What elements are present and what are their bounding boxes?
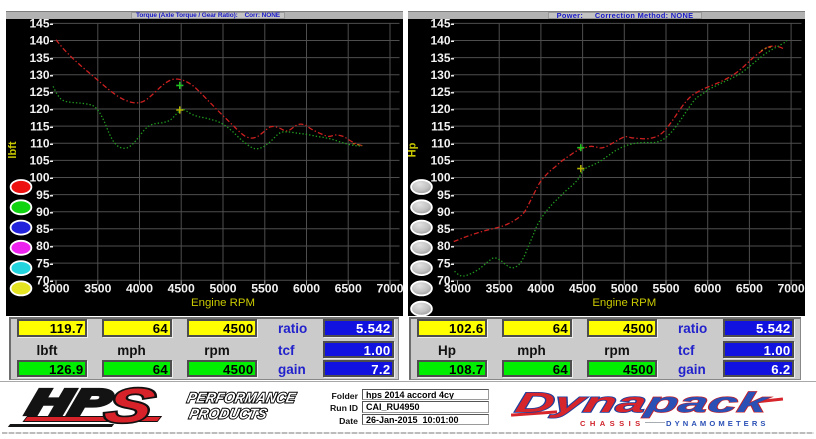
svg-text:lbft: lbft — [7, 141, 19, 158]
svg-text:75-: 75- — [36, 256, 53, 270]
svg-text:110-: 110- — [30, 136, 53, 150]
svg-text:5500: 5500 — [652, 282, 679, 296]
svg-text:120-: 120- — [29, 102, 53, 116]
svg-text:90-: 90- — [437, 205, 454, 219]
svg-text:4500: 4500 — [569, 282, 596, 296]
svg-text:130-: 130- — [29, 68, 53, 82]
svg-text:85-: 85- — [36, 222, 53, 236]
svg-text:85-: 85- — [437, 222, 454, 236]
svg-text:3000: 3000 — [444, 282, 471, 296]
svg-text:6500: 6500 — [736, 282, 763, 296]
svg-text:80-: 80- — [437, 239, 454, 253]
svg-text:Dynapack: Dynapack — [512, 387, 773, 418]
svg-text:120-: 120- — [430, 102, 454, 116]
svg-text:5000: 5000 — [611, 282, 638, 296]
svg-text:6000: 6000 — [694, 282, 721, 296]
svg-text:100-: 100- — [29, 171, 53, 185]
svg-text:95-: 95- — [36, 188, 53, 202]
svg-text:135-: 135- — [29, 51, 53, 65]
svg-text:6500: 6500 — [335, 282, 362, 296]
svg-text:105-: 105- — [430, 154, 454, 168]
svg-text:100-: 100- — [430, 171, 454, 185]
svg-text:105-: 105- — [29, 154, 53, 168]
svg-text:145-: 145- — [430, 17, 454, 31]
svg-text:4500: 4500 — [168, 282, 195, 296]
svg-text:140-: 140- — [29, 34, 53, 48]
svg-text:125-: 125- — [430, 85, 454, 99]
svg-text:4000: 4000 — [126, 282, 153, 296]
svg-text:75-: 75- — [437, 256, 454, 270]
svg-text:Hp: Hp — [407, 142, 419, 157]
svg-text:3500: 3500 — [84, 282, 111, 296]
svg-text:7000: 7000 — [376, 282, 403, 296]
svg-text:PERFORMANCE: PERFORMANCE — [186, 389, 298, 405]
svg-text:135-: 135- — [430, 51, 454, 65]
svg-text:145-: 145- — [29, 17, 53, 31]
svg-text:PRODUCTS: PRODUCTS — [188, 405, 269, 421]
svg-text:130-: 130- — [430, 68, 454, 82]
svg-text:115-: 115- — [431, 119, 454, 133]
svg-text:Engine RPM: Engine RPM — [592, 297, 656, 309]
svg-text:6000: 6000 — [293, 282, 320, 296]
svg-text:7000: 7000 — [778, 282, 805, 296]
svg-text:95-: 95- — [437, 188, 454, 202]
svg-text:5000: 5000 — [209, 282, 236, 296]
svg-text:3500: 3500 — [486, 282, 513, 296]
svg-text:90-: 90- — [36, 205, 53, 219]
svg-text:110-: 110- — [431, 136, 454, 150]
svg-text:5500: 5500 — [251, 282, 278, 296]
svg-text:140-: 140- — [430, 34, 454, 48]
svg-text:4000: 4000 — [527, 282, 554, 296]
svg-text:115-: 115- — [30, 119, 53, 133]
svg-text:125-: 125- — [29, 85, 53, 99]
svg-text:Engine RPM: Engine RPM — [191, 297, 255, 309]
svg-text:80-: 80- — [36, 239, 53, 253]
svg-text:3000: 3000 — [42, 282, 69, 296]
